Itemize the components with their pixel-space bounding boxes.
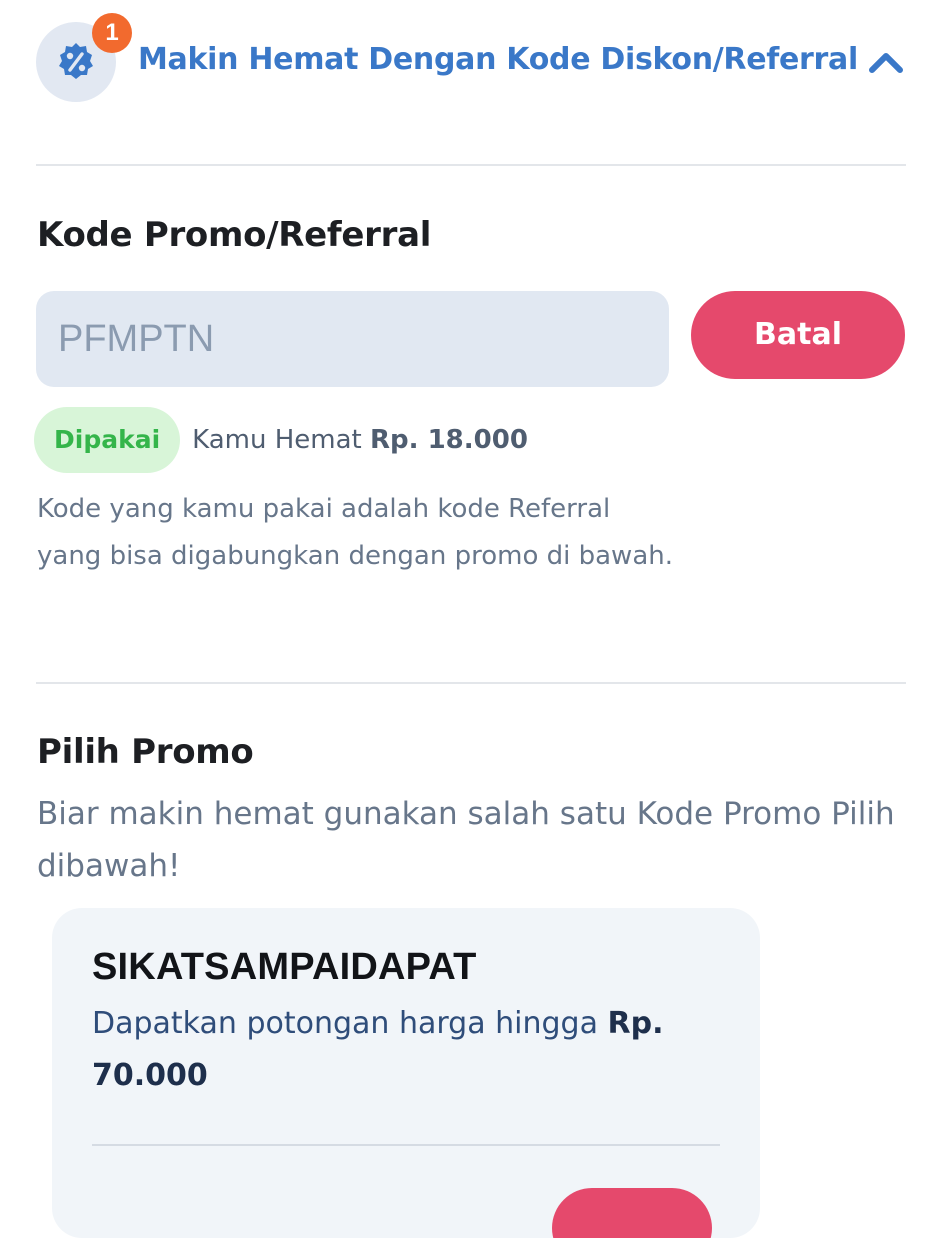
cancel-button[interactable]: Batal <box>691 291 905 379</box>
savings-text: Kamu Hemat Rp. 18.000 <box>192 425 528 455</box>
chevron-up-icon[interactable] <box>868 50 904 74</box>
promo-desc-text: Dapatkan potongan harga hingga <box>92 1006 598 1041</box>
discount-referral-header[interactable]: 1 Makin Hemat Dengan Kode Diskon/Referra… <box>36 13 906 104</box>
promo-code-input[interactable] <box>36 291 669 387</box>
savings-prefix: Kamu Hemat <box>192 425 362 455</box>
notification-badge: 1 <box>92 13 132 53</box>
promo-card-code: SIKATSAMPAIDAPAT <box>92 946 477 988</box>
promo-status-row: Dipakai Kamu Hemat Rp. 18.000 <box>34 407 528 473</box>
promo-code-section-title: Kode Promo/Referral <box>37 215 432 255</box>
referral-note: Kode yang kamu pakai adalah kode Referra… <box>37 494 673 571</box>
percent-badge-icon <box>59 43 93 79</box>
savings-amount: Rp. 18.000 <box>370 425 528 455</box>
section-divider <box>36 682 906 684</box>
promo-card-description: Dapatkan potongan harga hingga Rp. 70.00… <box>92 998 712 1102</box>
pilih-promo-title: Pilih Promo <box>37 732 254 772</box>
promo-card[interactable]: SIKATSAMPAIDAPAT Dapatkan potongan harga… <box>52 908 760 1238</box>
pilih-promo-subtitle: Biar makin hemat gunakan salah satu Kode… <box>37 796 895 884</box>
use-promo-button[interactable] <box>552 1188 712 1238</box>
status-badge: Dipakai <box>34 407 181 473</box>
section-divider <box>36 164 906 166</box>
header-title[interactable]: Makin Hemat Dengan Kode Diskon/Referral <box>138 42 858 77</box>
card-divider <box>92 1144 720 1146</box>
